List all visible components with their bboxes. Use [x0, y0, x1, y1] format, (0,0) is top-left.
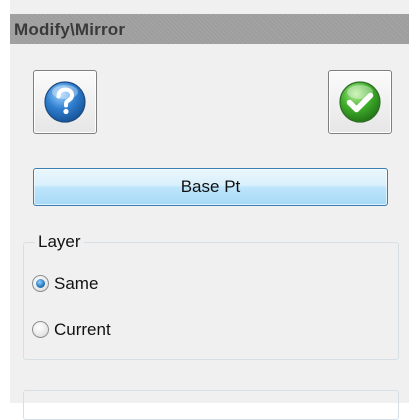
checkmark-icon	[339, 81, 381, 123]
help-button[interactable]	[33, 70, 97, 134]
ok-button[interactable]	[328, 70, 392, 134]
layer-group: Layer Same Current	[23, 232, 399, 360]
layer-group-label: Layer	[35, 232, 84, 252]
panel-title-bar: Modify\Mirror	[10, 14, 409, 44]
base-pt-button[interactable]: Base Pt	[33, 168, 388, 206]
help-icon	[44, 81, 86, 123]
radio-current-button[interactable]	[32, 321, 49, 338]
next-group-box	[23, 390, 399, 420]
radio-same-label[interactable]: Same	[54, 273, 98, 295]
radio-same-button[interactable]	[32, 275, 49, 292]
radio-current-label[interactable]: Current	[54, 319, 111, 341]
panel-title: Modify\Mirror	[14, 20, 126, 39]
mirror-panel: Modify\Mirror Base Pt Layer Same Current	[10, 0, 409, 420]
radio-selected-dot	[36, 279, 45, 288]
